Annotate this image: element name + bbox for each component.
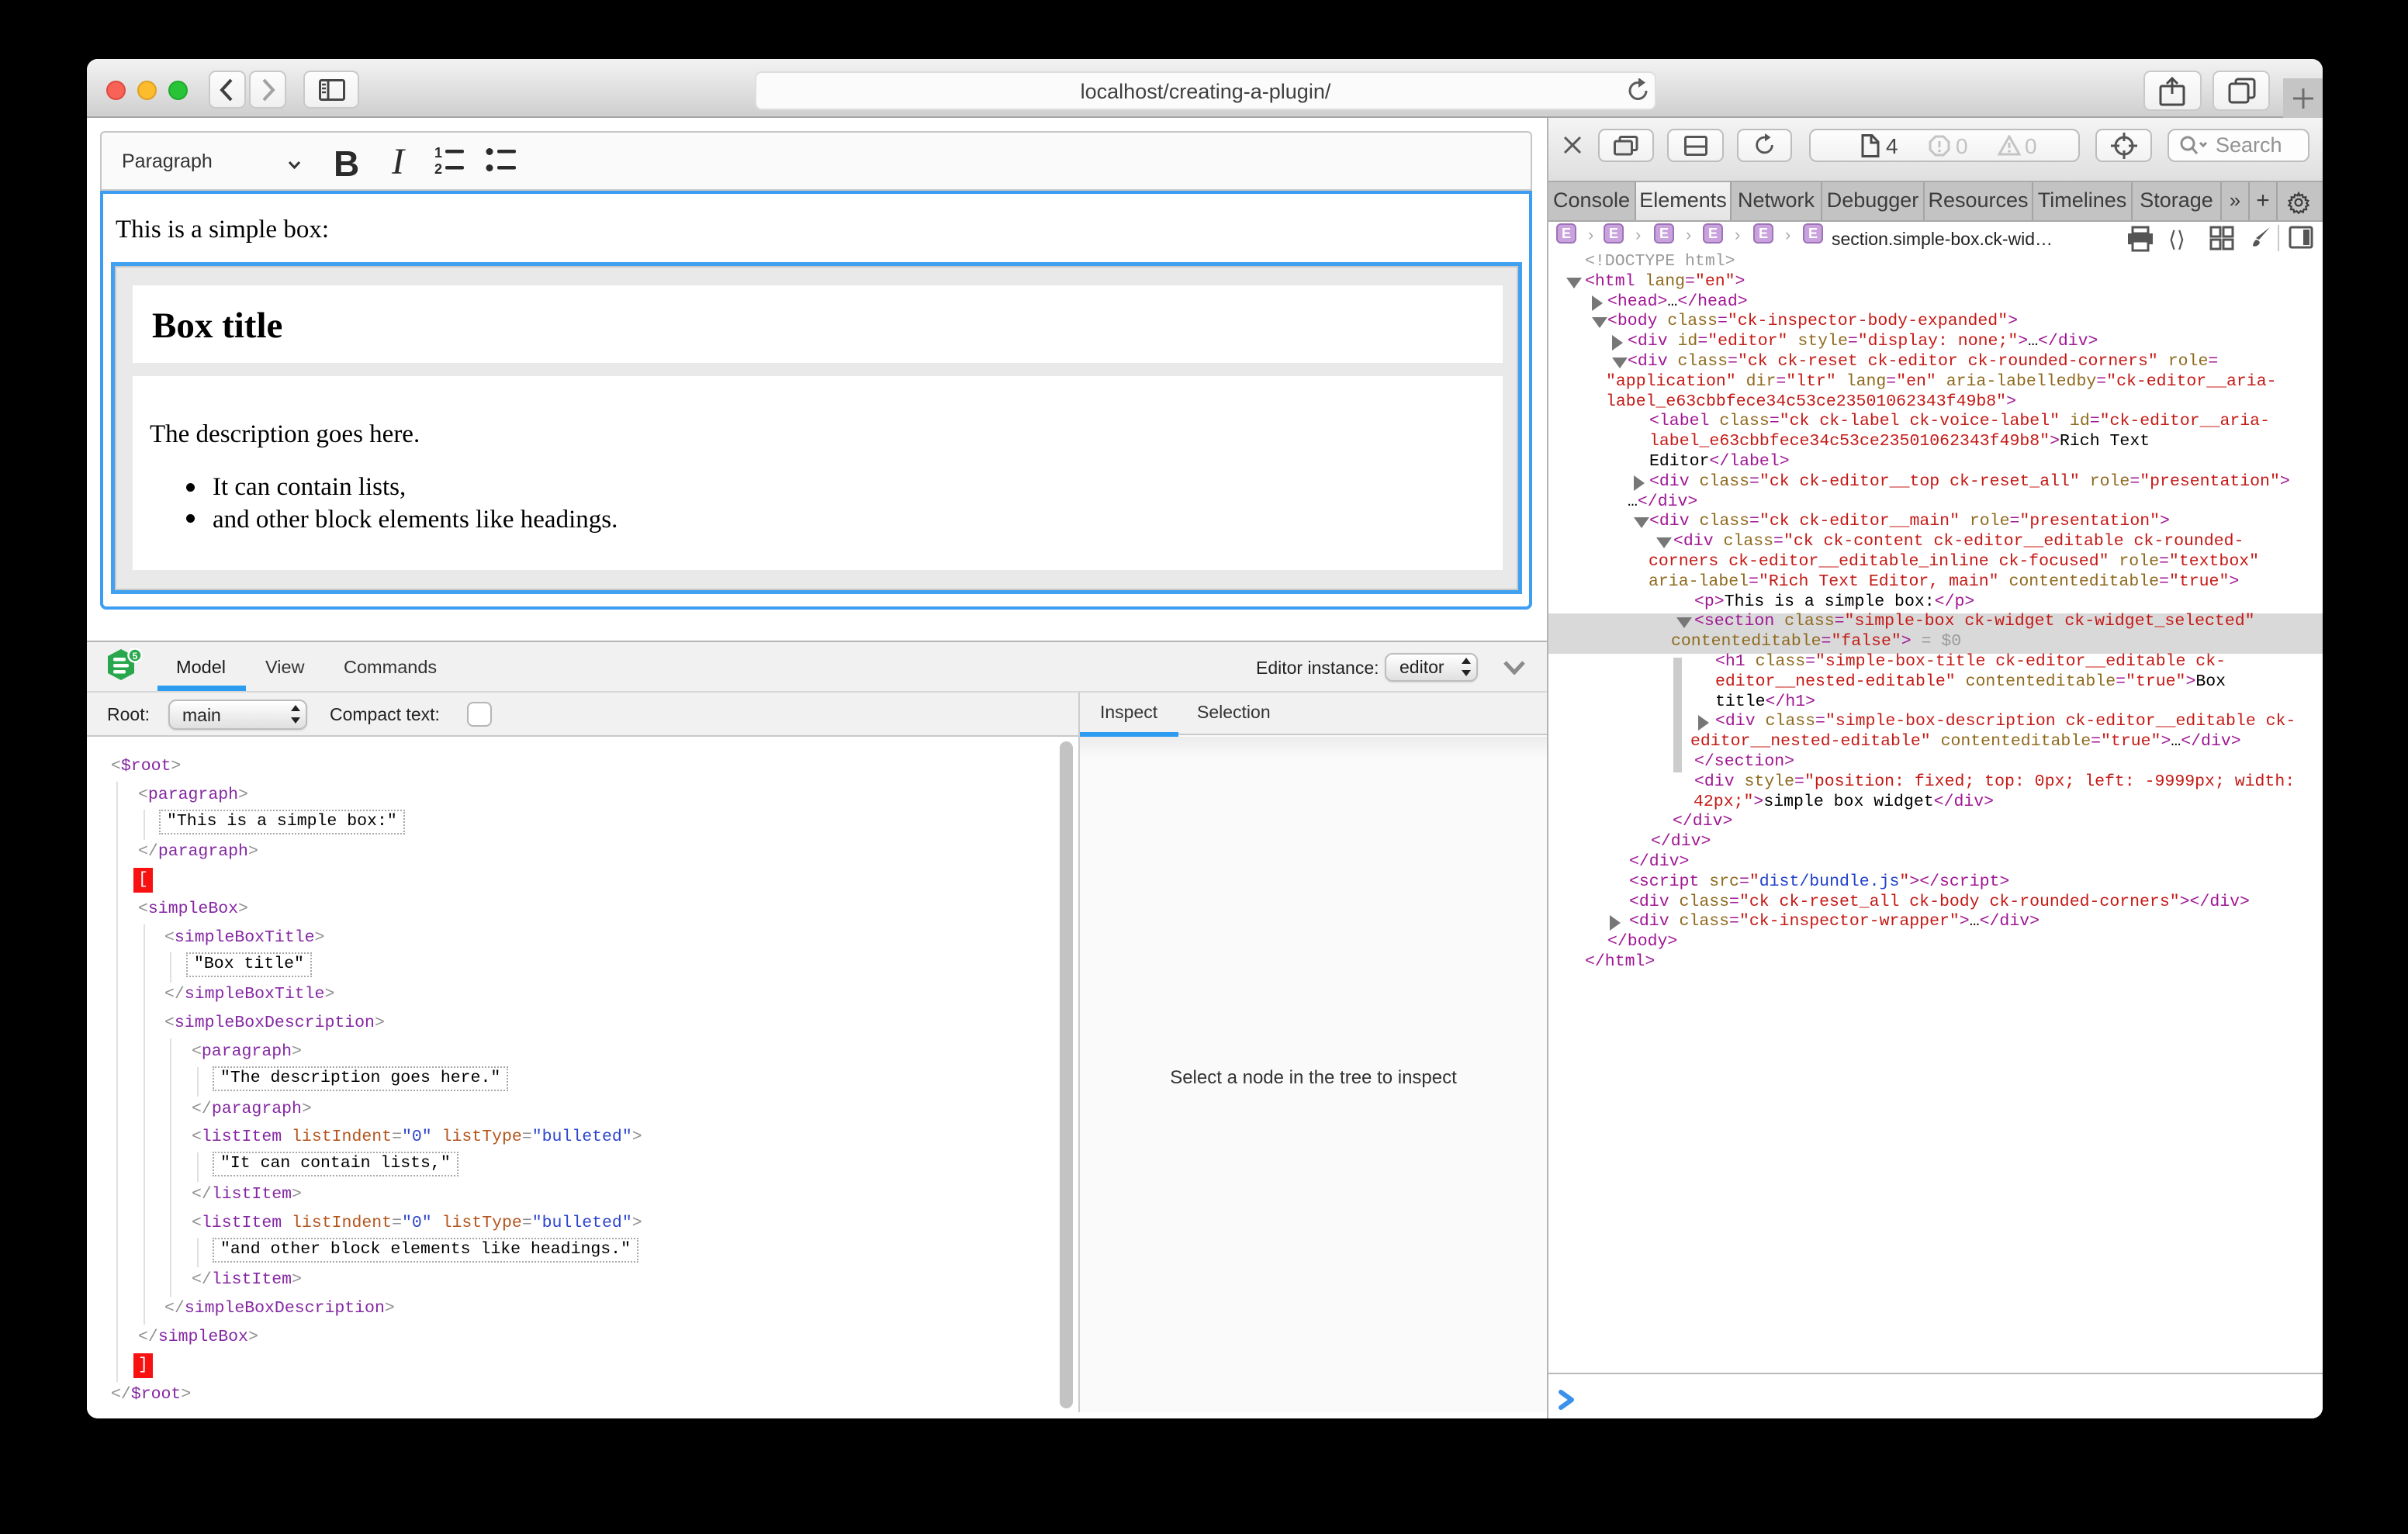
svg-text:1: 1: [434, 145, 442, 161]
svg-text:2: 2: [434, 161, 442, 175]
svg-text:5: 5: [133, 651, 138, 662]
